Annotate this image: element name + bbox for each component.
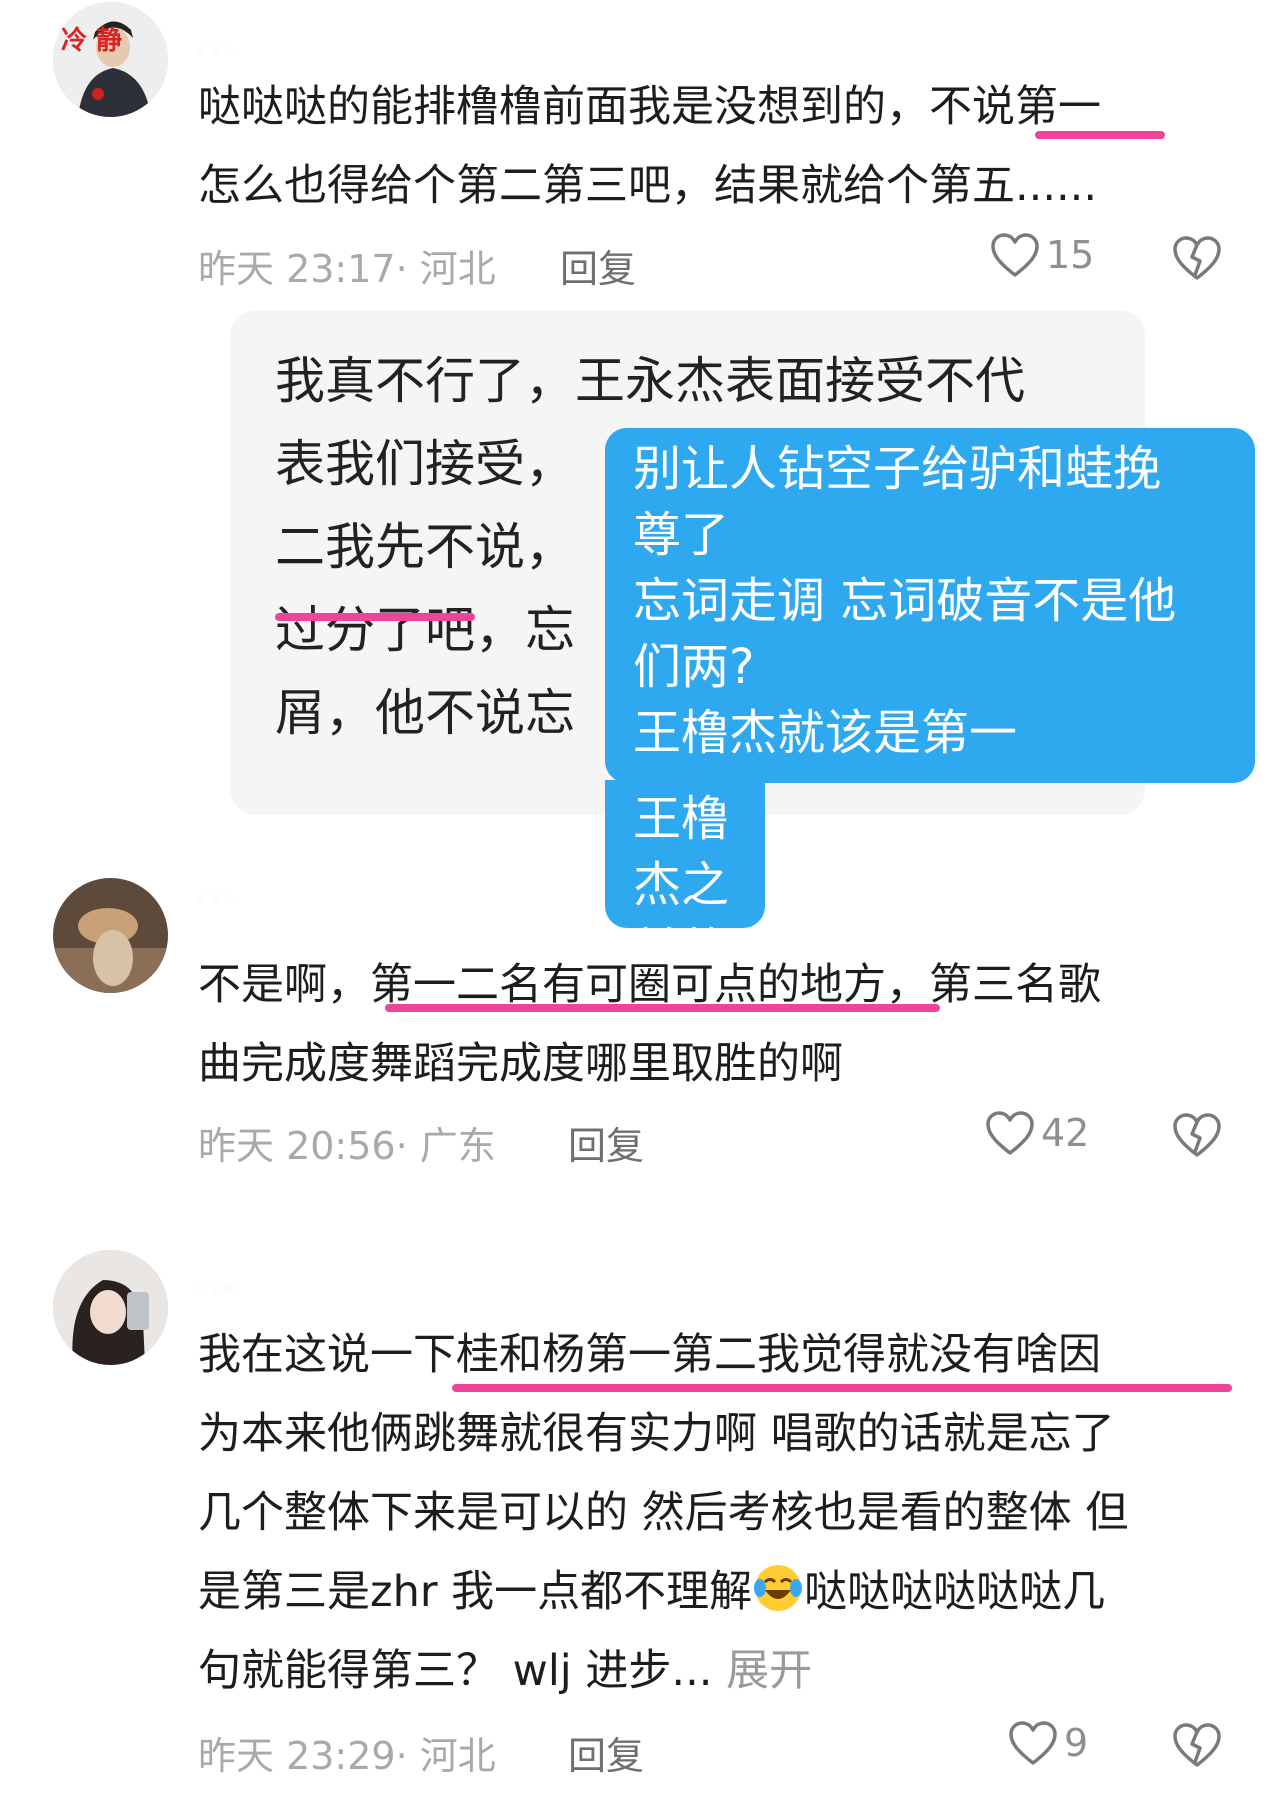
highlight-underline [452,1384,1232,1392]
comment-meta: 昨天 20:56· 广东 [198,1115,496,1170]
avatar-image [53,1250,168,1365]
heart-outline-icon [1009,1721,1057,1765]
comment-line: 是第三是zhr 我一点都不理解 哒哒哒哒哒哒几 [198,1553,1258,1632]
reply-line: 我真不行了，王永杰表面接受不代 [275,352,1025,410]
like-button[interactable]: 42 [985,1110,1089,1156]
comment-line: 哒哒哒的能排橹橹前面我是没想到的，不说第一 [198,82,1101,132]
comment-line-part: 是第三是zhr 我一点都不理解 [198,1567,753,1617]
heart-outline-icon [986,1111,1034,1155]
comment-line-part: 哒哒哒哒哒哒几 [804,1567,1106,1617]
note-line: 王橹杰就该是第一 [633,705,1018,761]
reply-button[interactable]: 回复 [568,1725,644,1780]
like-count: 42 [1041,1111,1090,1155]
note-line: 们两? [633,639,755,695]
highlight-underline [275,613,475,621]
location: · 广东 [395,1124,496,1168]
heart-outline-icon [991,233,1039,277]
comment-text: 不是啊，第一二名有可圈可点的地方，第三名歌 曲完成度舞蹈完成度哪里取胜的啊 [198,946,1101,1104]
like-count: 9 [1064,1721,1089,1765]
overlay-note: 别让人钻空子给驴和蛙挽 尊了 忘词走调 忘词破音不是他 们两? 王橹杰就该是第一 [605,428,1255,783]
comment-meta: 昨天 23:29· 河北 [198,1725,496,1780]
comment-text: 哒哒哒的能排橹橹前面我是没想到的，不说第一 怎么也得给个第二第三吧，结果就给个第… [198,68,1101,226]
avatar[interactable] [53,878,168,993]
avatar[interactable]: 冷 静 [53,2,168,117]
highlight-underline [385,1004,940,1012]
reply-button[interactable]: 回复 [568,1115,644,1170]
heart-broken-icon[interactable] [1172,235,1222,281]
timestamp: 昨天 23:29 [198,1734,396,1778]
expand-link[interactable]: 展开 [712,1646,812,1696]
username-blurred[interactable]: · · · [198,1278,233,1303]
avatar-image [53,878,168,993]
like-button[interactable]: 15 [990,232,1094,278]
username-blurred[interactable]: · · · [198,888,233,913]
like-count: 15 [1046,233,1095,277]
comment-line: 句就能得第三？ wlj 进步... 展开 [198,1632,1258,1711]
location: · 河北 [395,247,496,291]
comment-line: 曲完成度舞蹈完成度哪里取胜的啊 [198,1039,843,1089]
location: · 河北 [395,1734,496,1778]
comment-line: 不是啊，第一二名有可圈可点的地方，第三名歌 [198,960,1101,1010]
avatar-label: 冷 静 [61,26,123,56]
avatar[interactable] [53,1250,168,1365]
comment-line-part: 句就能得第三？ wlj 进步... [198,1646,713,1696]
heart-broken-icon[interactable] [1172,1722,1222,1768]
like-button[interactable]: 9 [1008,1720,1088,1766]
comment-line: 为本来他俩跳舞就很有实力啊 唱歌的话就是忘了 [198,1409,1115,1459]
highlight-underline [1035,131,1165,139]
note-line: 尊了 [633,507,730,563]
comment-meta: 昨天 23:17· 河北 [198,238,496,293]
heart-broken-icon[interactable] [1172,1112,1222,1158]
overlay-note-tail: 王橹杰之前的人都不配 OK? [605,780,765,1177]
timestamp: 昨天 20:56 [198,1124,396,1168]
note-line: 忘词走调 忘词破音不是他 [633,573,1177,629]
reply-button[interactable]: 回复 [560,238,636,293]
note-line: 别让人钻空子给驴和蛙挽 [633,441,1162,497]
crying-laughing-emoji [754,1565,803,1611]
comment-line: 怎么也得给个第二第三吧，结果就给个第五...... [198,161,1098,211]
comment-line: 几个整体下来是可以的 然后考核也是看的整体 但 [198,1488,1129,1538]
username-blurred[interactable]: · · · [198,40,233,65]
note-line: OK? [633,1121,728,1177]
timestamp: 昨天 23:17 [198,247,396,291]
comment-text: 我在这说一下桂和杨第一第二我觉得就没有啥因 为本来他俩跳舞就很有实力啊 唱歌的话… [198,1316,1258,1711]
